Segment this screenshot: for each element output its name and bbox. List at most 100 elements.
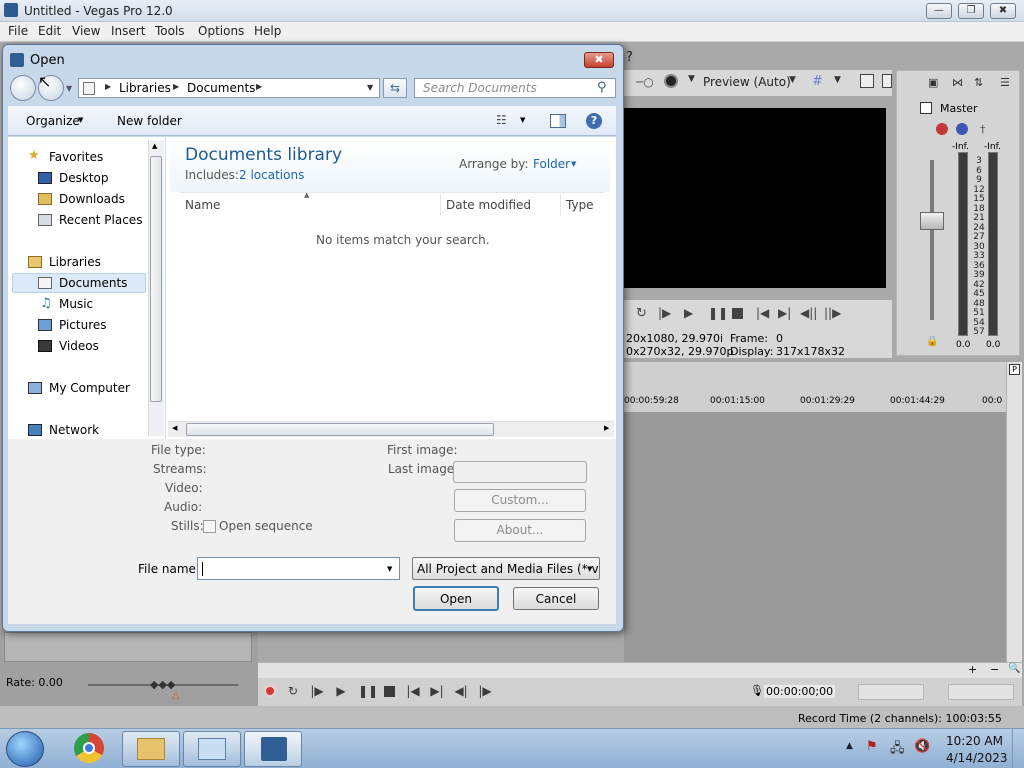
recent-pages-chevron-icon[interactable]: ▼ bbox=[66, 84, 72, 93]
marker-icon[interactable]: P bbox=[1009, 364, 1020, 375]
go-to-start-icon[interactable]: |◀ bbox=[756, 306, 769, 320]
scroll-left-icon[interactable]: ◀ bbox=[172, 424, 177, 432]
chevron-right-icon[interactable]: ▶ bbox=[105, 82, 111, 91]
close-app-button[interactable]: ✖ bbox=[990, 3, 1016, 19]
includes-locations-link[interactable]: 2 locations bbox=[239, 168, 304, 182]
next-frame-icon[interactable]: ||▶ bbox=[824, 306, 841, 320]
grid-overlay-icon[interactable]: # bbox=[812, 74, 823, 89]
minimize-button[interactable]: — bbox=[926, 3, 952, 19]
navigation-scrollbar[interactable]: ▲ bbox=[148, 140, 164, 436]
timeline-track-area[interactable] bbox=[624, 412, 1008, 662]
file-type-filter-select[interactable]: All Project and Media Files (*.ve ▼ bbox=[412, 557, 600, 580]
chevron-down-icon[interactable]: ▼ bbox=[78, 116, 83, 124]
go-to-end-button[interactable]: ▶| bbox=[430, 684, 444, 698]
address-bar[interactable]: ▶ Libraries ▶ Documents ▶ ▼ bbox=[78, 78, 380, 98]
clock-time[interactable]: 10:20 AM bbox=[946, 734, 1003, 748]
mixer-link-icon[interactable]: ⋈ bbox=[952, 76, 963, 89]
save-snapshot-icon[interactable] bbox=[882, 74, 892, 88]
cancel-button[interactable]: Cancel bbox=[513, 587, 599, 610]
menu-file[interactable]: File bbox=[8, 24, 28, 38]
menu-view[interactable]: View bbox=[72, 24, 100, 38]
solo-icon[interactable]: † bbox=[980, 123, 986, 136]
nav-network[interactable]: Network bbox=[49, 423, 99, 437]
preview-pane-icon[interactable] bbox=[550, 114, 566, 128]
chevron-down-icon[interactable]: ▼ bbox=[520, 116, 525, 124]
menu-insert[interactable]: Insert bbox=[111, 24, 145, 38]
menu-options[interactable]: Options bbox=[198, 24, 244, 38]
action-center-icon[interactable]: ⚑ bbox=[866, 739, 878, 754]
control-panel-taskbar-button[interactable] bbox=[183, 731, 241, 767]
stop-icon[interactable] bbox=[732, 308, 743, 319]
organize-button[interactable]: Organize bbox=[26, 114, 80, 128]
toolbar-help-icon[interactable]: ? bbox=[626, 50, 633, 65]
change-view-icon[interactable]: ☷ bbox=[496, 113, 507, 127]
file-name-combobox[interactable]: ▼ bbox=[197, 557, 400, 580]
preview-overlay-icon[interactable] bbox=[664, 74, 678, 88]
stop-button[interactable] bbox=[384, 686, 395, 697]
mixer-menu-icon[interactable]: ☰ bbox=[1000, 76, 1010, 89]
chevron-down-icon[interactable]: ▼ bbox=[688, 74, 695, 84]
about-button[interactable]: About... bbox=[454, 519, 586, 542]
lock-icon[interactable]: 🔒 bbox=[926, 336, 938, 347]
column-divider[interactable] bbox=[440, 194, 441, 216]
show-hidden-icons[interactable]: ▲ bbox=[846, 741, 853, 751]
menu-tools[interactable]: Tools bbox=[155, 24, 185, 38]
previous-frame-button[interactable]: ◀| bbox=[454, 684, 468, 698]
navigation-scroll-thumb[interactable] bbox=[150, 156, 162, 402]
nav-videos[interactable]: Videos bbox=[59, 339, 99, 353]
previous-frame-icon[interactable]: ◀|| bbox=[800, 306, 817, 320]
network-icon[interactable]: 🖧 bbox=[890, 739, 905, 761]
search-box[interactable]: Search Documents ⚲ bbox=[414, 78, 616, 98]
timecode-display[interactable]: 00:00:00;00 bbox=[764, 685, 836, 698]
chevron-right-icon[interactable]: ▶ bbox=[256, 82, 262, 91]
chevron-down-icon[interactable]: ▼ bbox=[587, 565, 593, 573]
nav-documents[interactable]: Documents bbox=[59, 276, 127, 290]
chevron-right-icon[interactable]: ▶ bbox=[173, 82, 179, 91]
arrange-by-select[interactable]: Folder bbox=[533, 157, 570, 171]
chevron-down-icon[interactable]: ▼ bbox=[571, 160, 576, 168]
timeline-horizontal-scrollbar[interactable]: + − 🔍 bbox=[258, 662, 1022, 678]
loop-playback-button[interactable]: ↻ bbox=[286, 684, 300, 698]
nav-my-computer[interactable]: My Computer bbox=[49, 381, 130, 395]
nav-desktop[interactable]: Desktop bbox=[59, 171, 109, 185]
chevron-down-icon[interactable]: ▼ bbox=[387, 565, 392, 573]
zoom-out-button[interactable]: − bbox=[990, 663, 999, 676]
next-frame-button[interactable]: |▶ bbox=[478, 684, 492, 698]
clock-date[interactable]: 4/14/2023 bbox=[946, 751, 1008, 765]
record-button[interactable] bbox=[264, 685, 276, 697]
timeline-vertical-scrollbar[interactable]: P bbox=[1006, 362, 1022, 662]
nav-recent-places[interactable]: Recent Places bbox=[59, 213, 142, 227]
mixer-fx-icon[interactable]: ⇅ bbox=[974, 76, 983, 89]
menu-help[interactable]: Help bbox=[254, 24, 281, 38]
back-button[interactable] bbox=[10, 75, 36, 101]
breadcrumb-libraries[interactable]: Libraries bbox=[119, 81, 171, 95]
dialog-close-button[interactable]: ✖ bbox=[584, 52, 614, 68]
custom-button[interactable]: Custom... bbox=[454, 489, 586, 512]
nav-pictures[interactable]: Pictures bbox=[59, 318, 107, 332]
search-input[interactable]: Search Documents bbox=[423, 81, 537, 95]
file-list-scrollbar[interactable]: ◀ ▶ bbox=[168, 421, 614, 437]
mixer-view-icon[interactable]: ▣ bbox=[928, 76, 938, 89]
preview-quality-select[interactable]: Preview (Auto) bbox=[703, 75, 791, 89]
loop-icon[interactable]: ↻ bbox=[636, 306, 647, 321]
vegas-taskbar-button[interactable] bbox=[244, 731, 302, 767]
address-history-chevron-icon[interactable]: ▼ bbox=[367, 83, 373, 92]
volume-icon[interactable]: 🔇 bbox=[914, 739, 930, 754]
new-folder-button[interactable]: New folder bbox=[117, 114, 182, 128]
breadcrumb-documents[interactable]: Documents bbox=[187, 81, 255, 95]
play-button[interactable]: ▶ bbox=[334, 684, 348, 698]
go-to-start-button[interactable]: |◀ bbox=[406, 684, 420, 698]
nav-downloads[interactable]: Downloads bbox=[59, 192, 125, 206]
play-icon[interactable]: ▶ bbox=[684, 306, 693, 320]
master-fader[interactable] bbox=[920, 212, 944, 230]
chevron-down-icon[interactable]: ▼ bbox=[834, 75, 841, 85]
nav-libraries[interactable]: Libraries bbox=[49, 255, 101, 269]
nav-music[interactable]: Music bbox=[59, 297, 93, 311]
copy-snapshot-icon[interactable] bbox=[860, 74, 874, 88]
file-scroll-thumb[interactable] bbox=[186, 423, 494, 436]
open-sequence-label[interactable]: Open sequence bbox=[219, 519, 313, 533]
chrome-icon[interactable] bbox=[74, 733, 104, 763]
selection-length-field[interactable] bbox=[948, 684, 1014, 700]
column-date-modified[interactable]: Date modified bbox=[446, 198, 531, 212]
timeline-ruler[interactable]: 00:00:59:28 00:01:15:00 00:01:29:29 00:0… bbox=[624, 362, 1008, 412]
